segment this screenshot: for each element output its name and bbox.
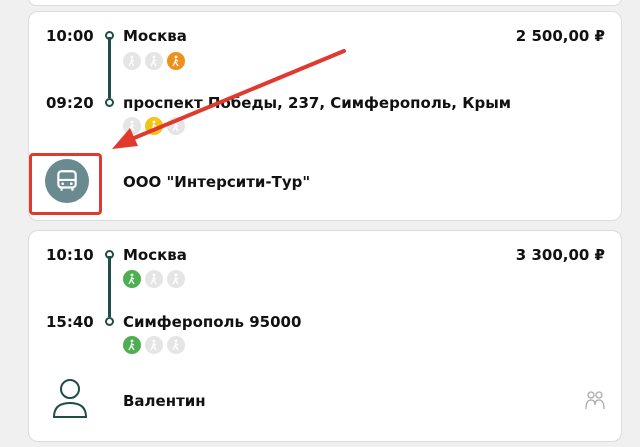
driver-icon — [52, 379, 88, 418]
carrier-name: ООО "Интерсити-Тур" — [123, 173, 311, 191]
route-end-dot — [105, 317, 114, 326]
walker-gray-icon — [145, 52, 163, 70]
arrival-time: 15:40 — [46, 313, 94, 331]
walker-gray-icon — [145, 270, 163, 288]
walker-gray-icon — [123, 117, 141, 135]
departure-time: 10:10 — [46, 246, 94, 264]
walker-gray-icon — [167, 117, 185, 135]
walker-gray-icon — [167, 270, 185, 288]
ticket-price: 2 500,00 ₽ — [515, 27, 605, 45]
route-line — [108, 256, 111, 317]
route-end-dot — [105, 98, 114, 107]
walker-gray-icon — [145, 336, 163, 354]
route-line — [108, 37, 111, 98]
driver-name: Валентин — [123, 392, 206, 410]
arrival-time: 09:20 — [46, 94, 94, 112]
walker-green-icon — [123, 270, 141, 288]
walker-yellow-icon — [145, 117, 163, 135]
trip-card[interactable]: 10:10 Москва 3 300,00 ₽ 15:40 Симферопол… — [28, 230, 622, 442]
trip-card[interactable]: 10:00 Москва 2 500,00 ₽ 09:20 проспект П… — [28, 11, 622, 221]
ticket-price: 3 300,00 ₽ — [515, 246, 605, 264]
walker-gray-icon — [123, 52, 141, 70]
departure-time: 10:00 — [46, 27, 94, 45]
arrival-city: Симферополь 95000 — [123, 313, 302, 331]
departure-amenities — [123, 270, 185, 288]
previous-trip-card[interactable] — [28, 0, 622, 6]
highlight-box — [29, 153, 102, 215]
arrival-amenities — [123, 117, 185, 135]
walker-orange-icon — [167, 52, 185, 70]
walker-green-icon — [123, 336, 141, 354]
passengers-icon — [585, 391, 605, 410]
arrival-address: проспект Победы, 237, Симферополь, Крым — [123, 94, 512, 112]
departure-city: Москва — [123, 27, 187, 45]
arrival-amenities — [123, 336, 185, 354]
departure-city: Москва — [123, 246, 187, 264]
walker-gray-icon — [167, 336, 185, 354]
departure-amenities — [123, 52, 185, 70]
